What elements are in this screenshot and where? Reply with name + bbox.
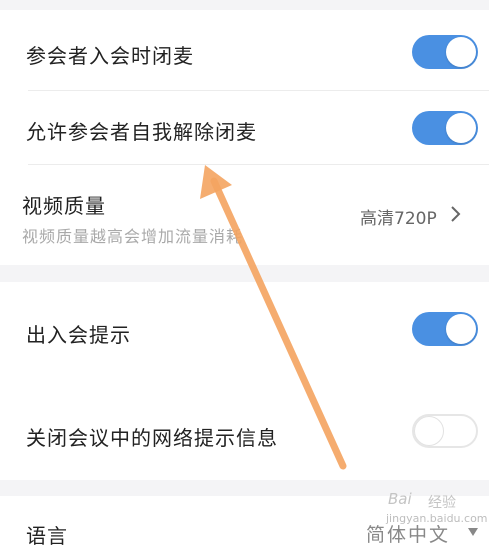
- toggle-knob: [446, 37, 476, 67]
- join-leave-prompt-toggle[interactable]: [412, 312, 478, 346]
- watermark-url: jingyan.baidu.com: [386, 512, 488, 525]
- watermark-brand: Bai: [388, 490, 412, 508]
- setting-label: 出入会提示: [26, 323, 131, 347]
- setting-label: 关闭会议中的网络提示信息: [26, 426, 278, 450]
- setting-row-allow-self-unmute[interactable]: 允许参会者自我解除闭麦: [0, 91, 489, 164]
- setting-row-mute-on-join[interactable]: 参会者入会时闭麦: [0, 10, 489, 90]
- toggle-knob: [446, 113, 476, 143]
- mute-on-join-toggle[interactable]: [412, 35, 478, 69]
- setting-description: 视频质量越高会增加流量消耗: [22, 227, 244, 246]
- watermark-brand-suffix: 经验: [428, 495, 456, 511]
- setting-row-language[interactable]: 语言 简体中文: [0, 496, 489, 556]
- notification-settings-group: 出入会提示 关闭会议中的网络提示信息: [0, 282, 489, 480]
- setting-row-join-leave-prompt[interactable]: 出入会提示: [0, 282, 489, 382]
- setting-row-video-quality[interactable]: 视频质量 视频质量越高会增加流量消耗 高清720P: [0, 165, 489, 265]
- triangle-down-icon[interactable]: [467, 527, 479, 537]
- disable-network-tips-toggle[interactable]: [412, 414, 478, 448]
- language-settings-group: 语言 简体中文: [0, 496, 489, 556]
- chevron-right-icon[interactable]: [450, 205, 462, 223]
- setting-row-disable-network-tips[interactable]: 关闭会议中的网络提示信息: [0, 382, 489, 480]
- setting-label: 允许参会者自我解除闭麦: [26, 120, 257, 144]
- setting-label: 视频质量: [22, 194, 106, 218]
- video-quality-value[interactable]: 高清720P: [360, 204, 437, 229]
- allow-self-unmute-toggle[interactable]: [412, 111, 478, 145]
- toggle-knob: [446, 314, 476, 344]
- setting-label: 参会者入会时闭麦: [26, 44, 194, 68]
- meeting-settings-group: 参会者入会时闭麦 允许参会者自我解除闭麦 视频质量 视频质量越高会增加流量消耗 …: [0, 10, 489, 265]
- setting-label: 语言: [26, 524, 68, 548]
- toggle-knob: [414, 416, 444, 446]
